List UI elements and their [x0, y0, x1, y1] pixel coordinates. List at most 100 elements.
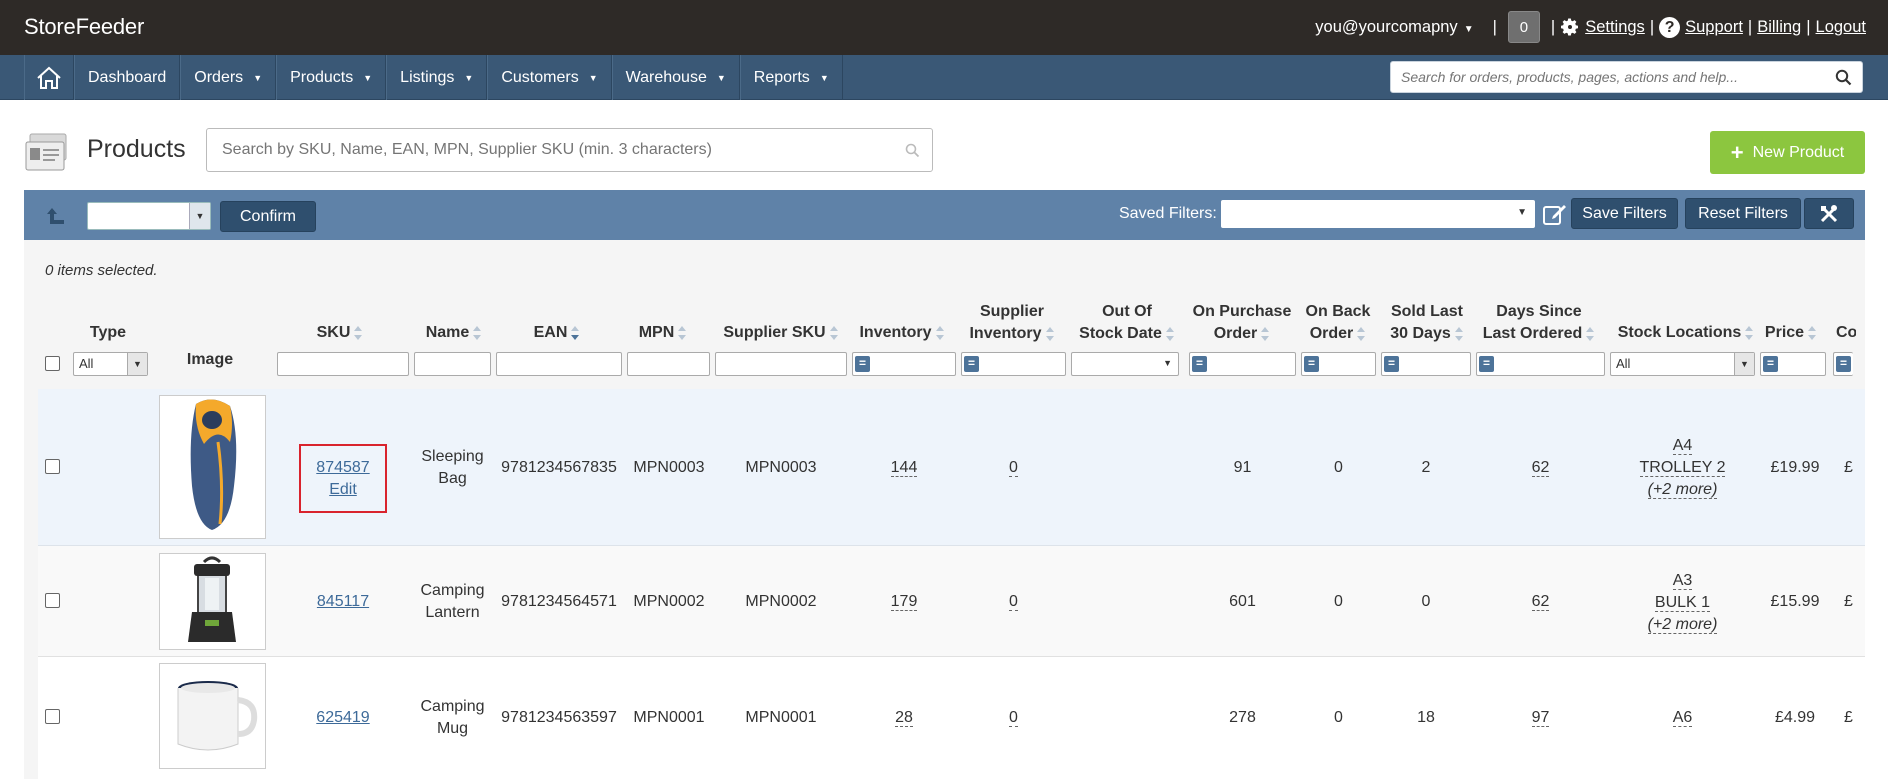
- sku-link[interactable]: 845117: [317, 593, 369, 610]
- confirm-button[interactable]: Confirm: [220, 201, 316, 232]
- sort-icon[interactable]: [829, 325, 839, 341]
- sort-icon[interactable]: [472, 325, 482, 341]
- equals-operator-icon[interactable]: =: [1304, 356, 1319, 372]
- product-search-input[interactable]: [207, 129, 887, 171]
- help-icon[interactable]: ?: [1659, 16, 1681, 38]
- nav-products[interactable]: Products ▼: [276, 55, 387, 100]
- col-supplier-inventory[interactable]: Supplier Inventory: [962, 301, 1062, 345]
- inventory-value[interactable]: 28: [895, 709, 913, 727]
- supplier-inventory-filter-input[interactable]: =: [961, 352, 1066, 376]
- nav-reports[interactable]: Reports ▼: [739, 55, 843, 100]
- col-sku[interactable]: SKU: [300, 322, 380, 344]
- days-since-value[interactable]: 97: [1531, 709, 1550, 727]
- notification-badge[interactable]: 0: [1507, 11, 1540, 43]
- sort-icon[interactable]: [1454, 326, 1464, 342]
- save-filters-button[interactable]: Save Filters: [1571, 198, 1678, 229]
- sort-desc-icon[interactable]: [570, 325, 580, 341]
- sort-icon[interactable]: [353, 325, 363, 341]
- sku-filter-input[interactable]: [277, 352, 409, 376]
- support-link[interactable]: Support: [1685, 18, 1743, 37]
- equals-operator-icon[interactable]: =: [1836, 356, 1851, 372]
- price-filter-input[interactable]: =: [1760, 352, 1826, 376]
- supplier-inventory-value[interactable]: 0: [1009, 459, 1018, 477]
- on-back-order-filter-input[interactable]: =: [1301, 352, 1376, 376]
- sold-last-30-days-filter-input[interactable]: =: [1381, 352, 1471, 376]
- col-supplier-sku[interactable]: Supplier SKU: [716, 322, 846, 344]
- days-since-value[interactable]: 62: [1531, 459, 1550, 477]
- sort-icon[interactable]: [1807, 325, 1817, 341]
- inventory-value[interactable]: 144: [890, 459, 918, 477]
- on-purchase-order-filter-input[interactable]: =: [1189, 352, 1296, 376]
- search-icon[interactable]: [905, 143, 920, 158]
- mpn-filter-input[interactable]: [627, 352, 710, 376]
- edit-icon[interactable]: [1542, 201, 1568, 227]
- location-link[interactable]: A6: [1672, 709, 1693, 727]
- supplier-inventory-value[interactable]: 0: [1009, 709, 1018, 727]
- nav-listings[interactable]: Listings ▼: [386, 55, 488, 100]
- more-locations-link[interactable]: (+2 more): [1647, 481, 1718, 499]
- type-filter-select[interactable]: All ▼: [73, 352, 148, 376]
- logout-link[interactable]: Logout: [1816, 18, 1866, 37]
- col-ean[interactable]: EAN: [522, 322, 592, 344]
- cost-filter-input[interactable]: =: [1833, 352, 1853, 376]
- sort-icon[interactable]: [1260, 326, 1270, 342]
- bulk-action-select[interactable]: ▼: [87, 202, 211, 230]
- equals-operator-icon[interactable]: =: [1192, 356, 1207, 372]
- equals-operator-icon[interactable]: =: [1384, 356, 1399, 372]
- col-on-purchase-order[interactable]: On Purchase Order: [1186, 301, 1298, 345]
- col-mpn[interactable]: MPN: [628, 322, 698, 344]
- stock-locations-filter-select[interactable]: All ▼: [1610, 352, 1755, 376]
- row-checkbox[interactable]: [45, 593, 60, 608]
- nav-home[interactable]: [24, 55, 74, 100]
- equals-operator-icon[interactable]: =: [964, 356, 979, 372]
- name-filter-input[interactable]: [414, 352, 491, 376]
- sku-link[interactable]: 625419: [316, 709, 369, 726]
- days-since-value[interactable]: 62: [1531, 593, 1550, 611]
- more-locations-link[interactable]: (+2 more): [1647, 616, 1718, 634]
- sort-icon[interactable]: [1165, 326, 1175, 342]
- col-name[interactable]: Name: [414, 322, 494, 344]
- sort-icon[interactable]: [1045, 326, 1055, 342]
- sort-icon[interactable]: [1585, 326, 1595, 342]
- supplier-sku-filter-input[interactable]: [715, 352, 847, 376]
- column-settings-button[interactable]: [1804, 198, 1854, 229]
- supplier-inventory-value[interactable]: 0: [1009, 593, 1018, 611]
- sort-icon[interactable]: [935, 325, 945, 341]
- location-link[interactable]: TROLLEY 2: [1639, 459, 1726, 477]
- location-link[interactable]: A3: [1672, 572, 1693, 590]
- location-link[interactable]: A4: [1672, 437, 1693, 455]
- ean-filter-input[interactable]: [496, 352, 622, 376]
- brand-logo[interactable]: StoreFeeder: [24, 14, 144, 40]
- equals-operator-icon[interactable]: =: [1763, 356, 1778, 372]
- col-price[interactable]: Price: [1758, 322, 1824, 344]
- new-product-button[interactable]: + New Product: [1710, 131, 1865, 174]
- saved-filters-select[interactable]: ▼: [1221, 200, 1535, 228]
- settings-link[interactable]: Settings: [1585, 18, 1645, 37]
- product-image[interactable]: [159, 663, 266, 769]
- days-since-filter-input[interactable]: =: [1476, 352, 1605, 376]
- nav-warehouse[interactable]: Warehouse ▼: [611, 55, 740, 100]
- col-out-of-stock-date[interactable]: Out Of Stock Date: [1072, 301, 1182, 345]
- row-checkbox[interactable]: [45, 459, 60, 474]
- col-on-back-order[interactable]: On Back Order: [1300, 301, 1376, 345]
- user-menu[interactable]: you@yourcomapny ▼: [1315, 18, 1473, 37]
- col-type[interactable]: Type: [88, 322, 128, 344]
- billing-link[interactable]: Billing: [1757, 18, 1801, 37]
- reset-filters-button[interactable]: Reset Filters: [1685, 198, 1801, 229]
- col-cost[interactable]: Co: [1836, 322, 1856, 344]
- search-icon[interactable]: [1835, 69, 1852, 86]
- col-inventory[interactable]: Inventory: [852, 322, 952, 344]
- product-image[interactable]: [159, 395, 266, 539]
- nav-orders[interactable]: Orders ▼: [180, 55, 277, 100]
- row-checkbox[interactable]: [45, 709, 60, 724]
- col-stock-locations[interactable]: Stock Locations: [1606, 322, 1766, 344]
- equals-operator-icon[interactable]: =: [855, 356, 870, 372]
- out-of-stock-date-filter[interactable]: ▼: [1071, 352, 1179, 376]
- select-all-checkbox[interactable]: [45, 356, 60, 371]
- nav-customers[interactable]: Customers ▼: [487, 55, 612, 100]
- sort-icon[interactable]: [677, 325, 687, 341]
- product-image[interactable]: [159, 553, 266, 650]
- location-link[interactable]: BULK 1: [1654, 594, 1711, 612]
- nav-dashboard[interactable]: Dashboard: [74, 55, 181, 100]
- gear-icon[interactable]: [1560, 17, 1580, 37]
